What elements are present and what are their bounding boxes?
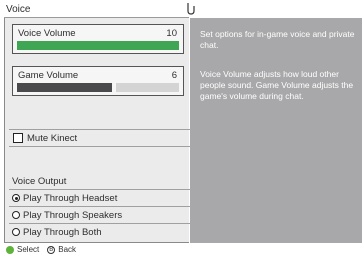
help-paragraph-intro: Set options for in-game voice and privat… [200, 29, 355, 50]
game-volume-slider[interactable]: Game Volume 6 [12, 66, 184, 96]
voice-volume-track[interactable] [17, 41, 179, 50]
back-hint: Back [58, 245, 77, 254]
voice-volume-label: Voice Volume [18, 28, 76, 39]
button-legend: Select B Back [6, 245, 76, 254]
game-volume-track[interactable] [17, 83, 179, 92]
voice-volume-value: 10 [166, 28, 177, 39]
game-volume-empty [115, 83, 179, 92]
radio-button-icon [12, 211, 20, 219]
pointer-cursor-icon [187, 3, 195, 15]
radio-speakers[interactable]: Play Through Speakers [9, 206, 190, 223]
game-volume-value: 6 [171, 70, 177, 81]
a-button-icon [6, 245, 14, 254]
voice-volume-fill [17, 41, 179, 50]
help-panel: Set options for in-game voice and privat… [190, 18, 362, 243]
radio-speakers-label: Play Through Speakers [23, 209, 123, 221]
radio-headset[interactable]: Play Through Headset [9, 189, 190, 206]
select-hint: Select [17, 245, 40, 254]
settings-list: Voice Volume 10 Game Volume 6 Mute Kinec… [4, 18, 190, 243]
radio-both-label: Play Through Both [23, 226, 102, 238]
voice-volume-slider[interactable]: Voice Volume 10 [12, 24, 184, 54]
radio-headset-label: Play Through Headset [23, 192, 118, 204]
radio-button-icon [12, 194, 20, 202]
page-title: Voice [6, 4, 31, 15]
mute-kinect-checkbox[interactable]: Mute Kinect [9, 129, 190, 146]
mute-kinect-label: Mute Kinect [27, 132, 78, 144]
radio-both[interactable]: Play Through Both [9, 223, 190, 240]
game-volume-fill [17, 83, 112, 92]
divider [9, 146, 190, 147]
voice-output-heading: Voice Output [12, 176, 67, 187]
radio-button-icon [12, 228, 20, 236]
game-volume-label: Game Volume [18, 70, 79, 81]
checkbox-box-icon [13, 133, 23, 143]
help-paragraph-details: Voice Volume adjusts how loud other peop… [200, 69, 354, 101]
b-button-icon: B [47, 245, 56, 254]
